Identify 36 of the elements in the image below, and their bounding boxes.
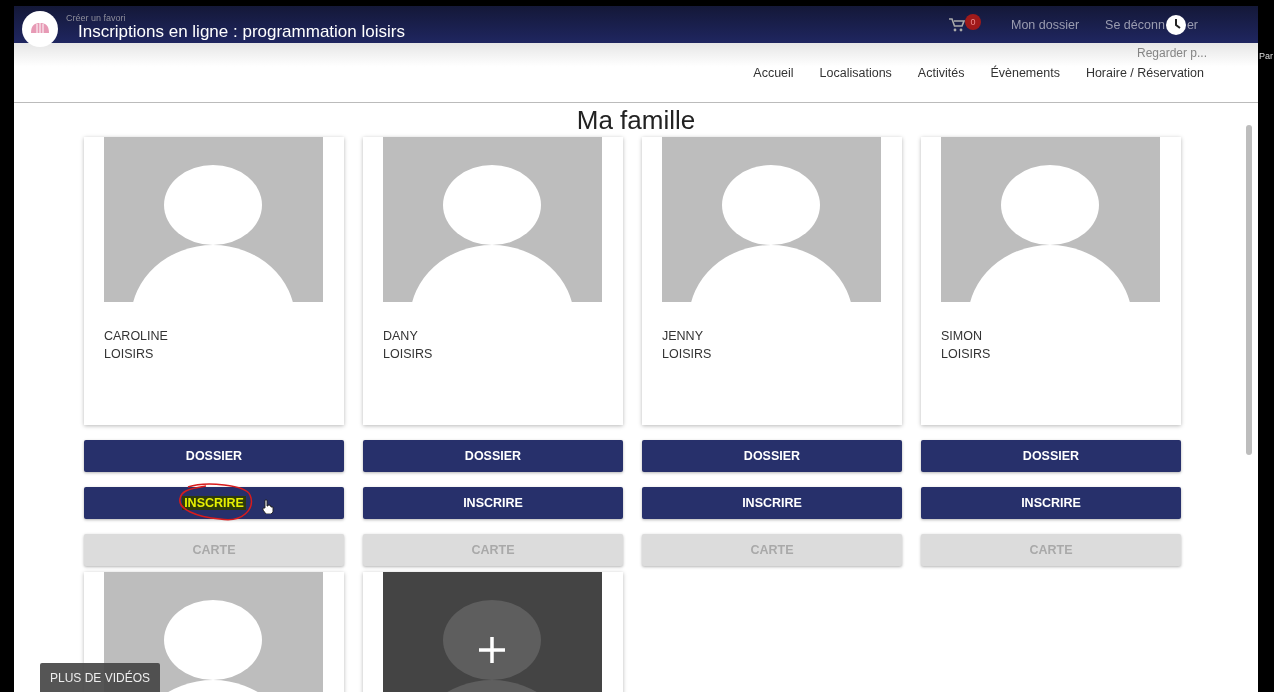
cart-count: 0	[965, 13, 981, 30]
hand-cursor-icon	[262, 499, 274, 514]
cart-icon[interactable]	[949, 17, 965, 32]
nav-link[interactable]: Évènements	[990, 65, 1060, 80]
first-name: JENNY	[662, 329, 704, 343]
last-name: LOISIRS	[662, 347, 713, 361]
action-button[interactable]: DOSSIER	[363, 440, 623, 472]
action-button[interactable]: DOSSIER	[921, 440, 1181, 472]
page-heading: Ma famille	[575, 105, 697, 135]
nav-link[interactable]: Activités	[917, 65, 965, 80]
first-name: SIMON	[941, 329, 983, 343]
bookmark-hint: Créer un favori	[66, 13, 126, 23]
action-button[interactable]: INSCRIRE	[921, 487, 1181, 519]
account-link[interactable]: Mon dossier	[1011, 17, 1080, 32]
action-button[interactable]: INSCRIRE	[363, 487, 623, 519]
more-videos-button[interactable]: PLUS DE VIDÉOS	[40, 663, 161, 692]
logout-link[interactable]: Se déconn	[1105, 17, 1165, 32]
nav-link[interactable]: Localisations	[819, 65, 892, 80]
first-name: CAROLINE	[104, 329, 169, 343]
action-button[interactable]: DOSSIER	[642, 440, 902, 472]
watch-later-label: Regarder p...	[1137, 46, 1208, 60]
nav-link[interactable]: Accueil	[753, 65, 794, 80]
plus-icon	[479, 637, 505, 663]
last-name: LOISIRS	[383, 347, 434, 361]
clock-icon[interactable]	[1165, 14, 1186, 35]
scrollbar[interactable]	[1246, 125, 1252, 455]
channel-logo[interactable]	[22, 11, 58, 47]
video-title[interactable]: Inscriptions en ligne : programmation loisirs	[78, 22, 405, 41]
last-name: LOISIRS	[941, 347, 992, 361]
action-button[interactable]: INSCRIRE	[642, 487, 902, 519]
last-name: LOISIRS	[104, 347, 155, 361]
action-button[interactable]: DOSSIER	[84, 440, 344, 472]
share-label: Par	[1259, 51, 1273, 61]
logout-link[interactable]: er	[1186, 17, 1198, 32]
nav-link[interactable]: Horaire / Réservation	[1085, 65, 1204, 80]
first-name: DANY	[383, 329, 419, 343]
